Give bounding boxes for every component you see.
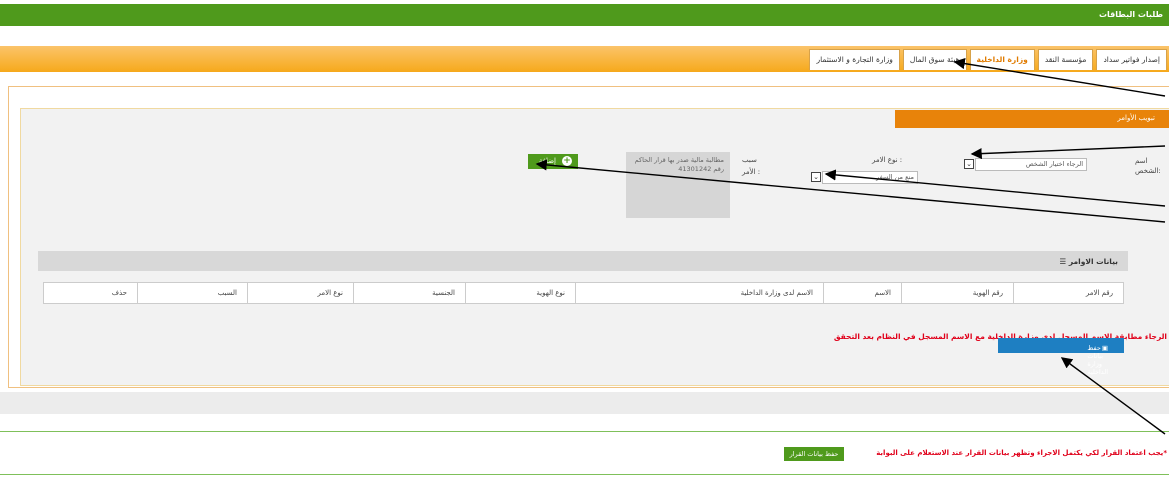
arrow-to-order-type xyxy=(824,169,1166,207)
annotation-arrows xyxy=(535,58,1166,435)
arrow-to-tab xyxy=(953,58,1166,97)
arrow-to-add xyxy=(535,159,1166,223)
arrow-to-person xyxy=(970,145,1166,160)
arrow-to-save-moi xyxy=(1060,357,1166,435)
